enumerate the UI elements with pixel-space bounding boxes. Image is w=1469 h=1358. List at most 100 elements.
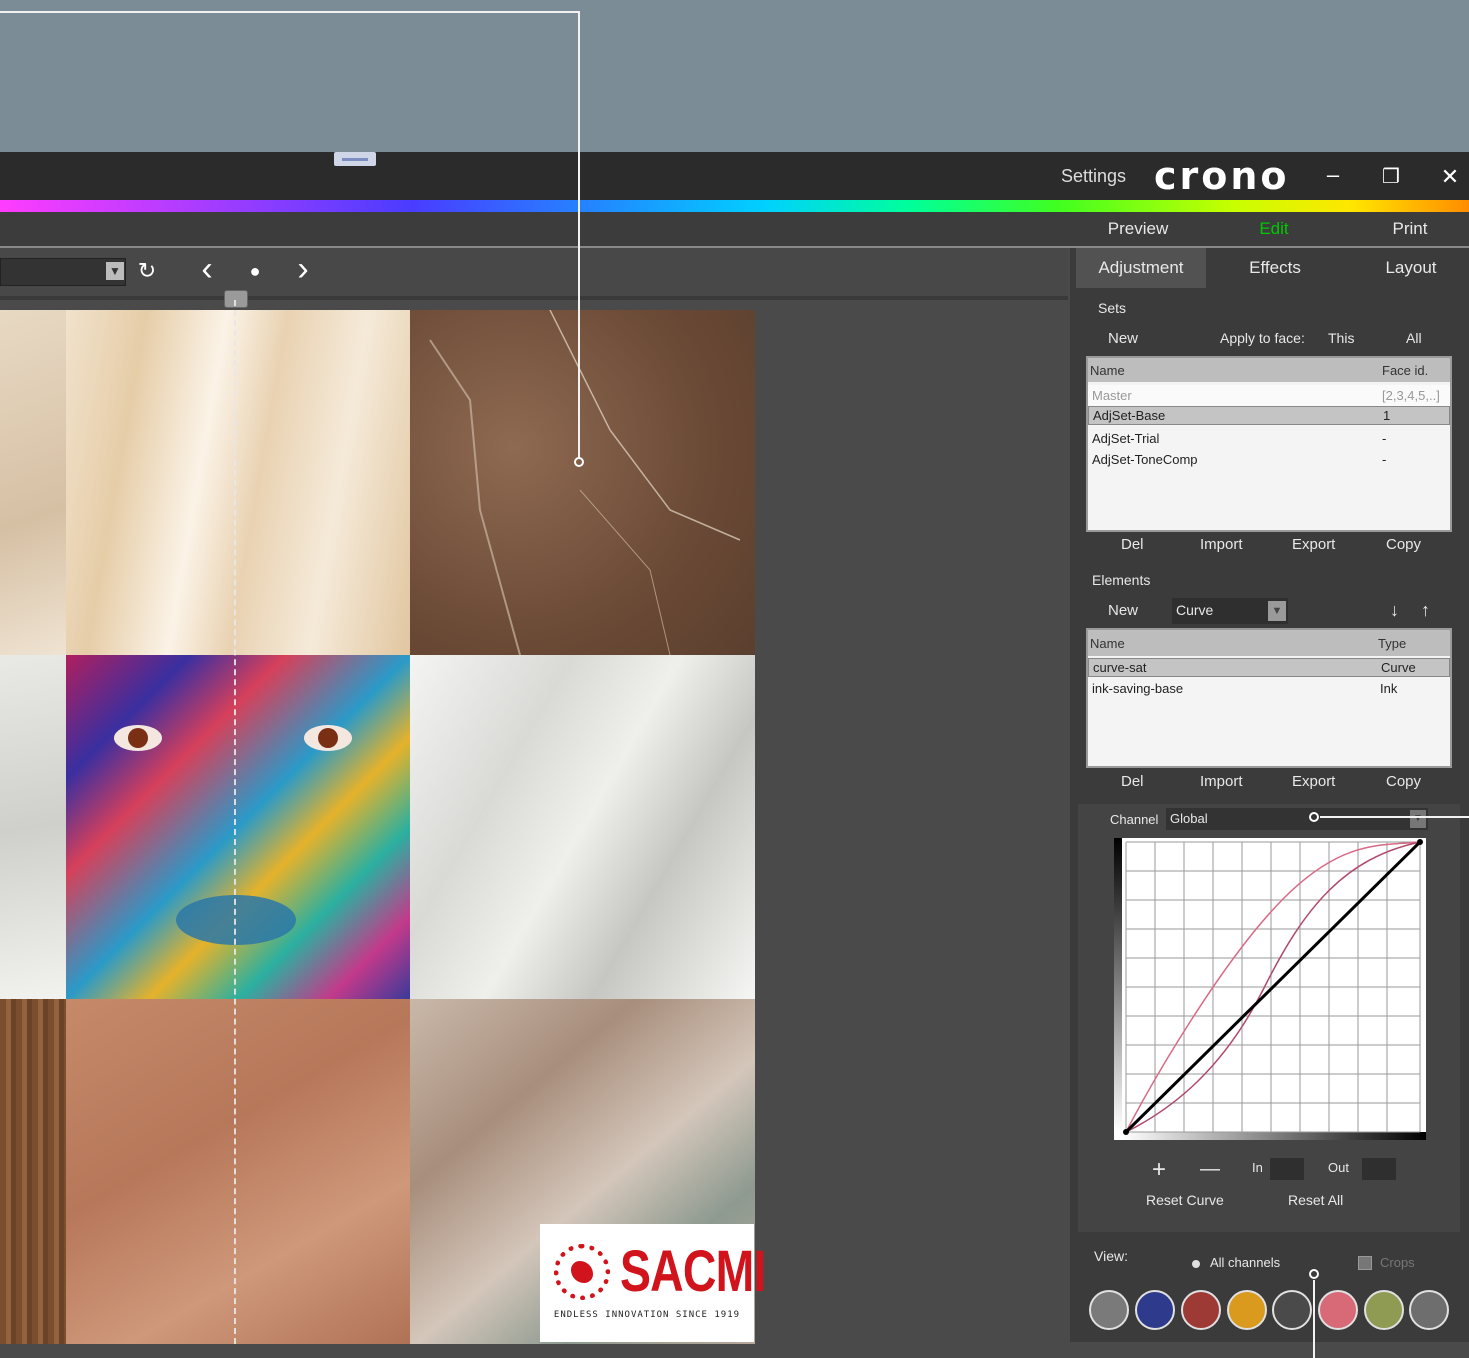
tile-wood — [0, 999, 66, 1344]
tab-edit[interactable]: Edit — [1206, 212, 1342, 246]
callout-pin — [1309, 1269, 1319, 1279]
table-row[interactable]: AdjSet-ToneComp - — [1088, 449, 1450, 470]
tile-marble-brown — [410, 310, 755, 655]
sets-copy-button[interactable]: Copy — [1386, 536, 1421, 553]
tile-marble-white — [410, 655, 755, 999]
callout-line — [1313, 1280, 1315, 1358]
move-down-icon[interactable]: ↓ — [1390, 600, 1399, 621]
marble-veins — [429, 310, 741, 655]
tab-preview[interactable]: Preview — [1070, 212, 1206, 246]
tile-painted-face — [66, 655, 410, 999]
table-row-selected[interactable]: AdjSet-Base 1 — [1088, 406, 1450, 425]
elements-export-button[interactable]: Export — [1292, 773, 1335, 790]
channel-select[interactable]: Global ▼ — [1166, 808, 1428, 830]
curve-svg[interactable] — [1114, 838, 1426, 1140]
elements-import-button[interactable]: Import — [1200, 773, 1243, 790]
table-row[interactable]: Master [2,3,4,5,..] — [1088, 385, 1450, 406]
crops-label[interactable]: Crops — [1380, 1255, 1415, 1270]
channel-dot-5[interactable] — [1272, 1290, 1312, 1330]
add-point-button[interactable]: + — [1152, 1156, 1166, 1184]
chevron-down-icon[interactable]: ▼ — [1268, 601, 1286, 621]
sets-export-button[interactable]: Export — [1292, 536, 1335, 553]
spectrum-bar — [0, 200, 1469, 212]
eye-right — [304, 725, 352, 751]
split-slider-handle[interactable] — [224, 290, 248, 308]
channel-dot-8[interactable] — [1409, 1290, 1449, 1330]
elements-copy-button[interactable]: Copy — [1386, 773, 1421, 790]
tile-marble-cream — [0, 310, 66, 655]
preview-canvas[interactable] — [0, 310, 755, 1344]
reset-all-button[interactable]: Reset All — [1288, 1192, 1343, 1208]
channel-dot-1[interactable] — [1089, 1290, 1129, 1330]
curve-point[interactable] — [1123, 1129, 1129, 1135]
table-row[interactable]: AdjSet-Trial - — [1088, 428, 1450, 449]
in-input[interactable] — [1270, 1158, 1304, 1180]
lips — [176, 895, 296, 945]
element-type-select[interactable]: Curve ▼ — [1172, 598, 1288, 624]
tab-print[interactable]: Print — [1342, 212, 1469, 246]
all-channels-label[interactable]: All channels — [1210, 1255, 1280, 1270]
channel-label: Channel — [1110, 812, 1159, 827]
channel-dot-3[interactable] — [1181, 1290, 1221, 1330]
elements-table-header: Name Type — [1088, 630, 1450, 656]
mode-bar: Preview Edit Print — [0, 212, 1469, 248]
next-icon[interactable]: › — [290, 252, 316, 286]
move-up-icon[interactable]: ↑ — [1421, 600, 1430, 621]
callout-pin — [574, 457, 584, 467]
chevron-down-icon[interactable]: ▼ — [106, 262, 124, 280]
channel-dot-4[interactable] — [1227, 1290, 1267, 1330]
restore-button[interactable]: ❐ — [1376, 164, 1406, 189]
elements-del-button[interactable]: Del — [1121, 773, 1144, 790]
crops-checkbox[interactable] — [1358, 1256, 1372, 1270]
col-face-id: Face id. — [1382, 363, 1429, 378]
table-row-selected[interactable]: curve-sat Curve — [1088, 658, 1450, 677]
sets-table-header: Name Face id. — [1088, 358, 1450, 382]
channel-dot-6[interactable] — [1318, 1290, 1358, 1330]
tab-effects[interactable]: Effects — [1210, 248, 1340, 288]
callout-line — [1320, 816, 1469, 818]
crono-logo: crono — [1154, 154, 1290, 198]
remove-point-button[interactable]: — — [1200, 1158, 1220, 1181]
table-row[interactable]: ink-saving-base Ink — [1088, 678, 1450, 699]
col-type: Type — [1378, 636, 1407, 651]
split-divider-line[interactable] — [234, 300, 236, 1344]
reset-curve-button[interactable]: Reset Curve — [1146, 1192, 1224, 1208]
sets-import-button[interactable]: Import — [1200, 536, 1243, 553]
tab-adjustment[interactable]: Adjustment — [1076, 248, 1206, 288]
out-input[interactable] — [1362, 1158, 1396, 1180]
channel-dot-7[interactable] — [1364, 1290, 1404, 1330]
tab-layout[interactable]: Layout — [1346, 248, 1469, 288]
sets-title: Sets — [1098, 300, 1127, 316]
collapsed-panel-handle[interactable] — [334, 152, 376, 166]
tile-marble-grey-left — [0, 655, 66, 999]
apply-this-button[interactable]: This — [1328, 330, 1354, 346]
col-name: Name — [1090, 363, 1125, 378]
title-bar: Settings crono – ❐ ✕ — [0, 152, 1469, 200]
tile-travertine — [66, 310, 410, 655]
channel-dot-2[interactable] — [1135, 1290, 1175, 1330]
sets-new-button[interactable]: New — [1108, 330, 1138, 347]
close-button[interactable]: ✕ — [1435, 164, 1465, 190]
refresh-icon[interactable]: ↻ — [134, 258, 160, 284]
viewer-toolbar: ▼ ↻ ‹ ● › — [0, 248, 1068, 300]
callout-line — [578, 11, 580, 458]
chevron-down-icon[interactable]: ▼ — [1410, 810, 1426, 828]
curve-graph[interactable] — [1114, 838, 1426, 1140]
minimize-button[interactable]: – — [1318, 162, 1348, 188]
settings-link[interactable]: Settings — [1061, 166, 1126, 187]
elements-table: Name Type curve-sat Curve ink-saving-bas… — [1086, 628, 1452, 768]
callout-line — [0, 11, 580, 13]
apply-all-button[interactable]: All — [1406, 330, 1422, 346]
elements-new-button[interactable]: New — [1108, 602, 1138, 619]
elements-title: Elements — [1092, 572, 1151, 588]
callout-pin — [1309, 812, 1319, 822]
center-dot-icon[interactable]: ● — [242, 258, 268, 284]
sacmi-tagline: ENDLESS INNOVATION SINCE 1919 — [553, 1310, 741, 1320]
prev-icon[interactable]: ‹ — [194, 252, 220, 286]
split-slider-track[interactable] — [0, 296, 1068, 300]
out-label: Out — [1328, 1160, 1349, 1175]
sets-del-button[interactable]: Del — [1121, 536, 1144, 553]
col-name: Name — [1090, 636, 1125, 651]
all-channels-radio[interactable] — [1192, 1260, 1200, 1268]
curve-point[interactable] — [1417, 839, 1423, 845]
